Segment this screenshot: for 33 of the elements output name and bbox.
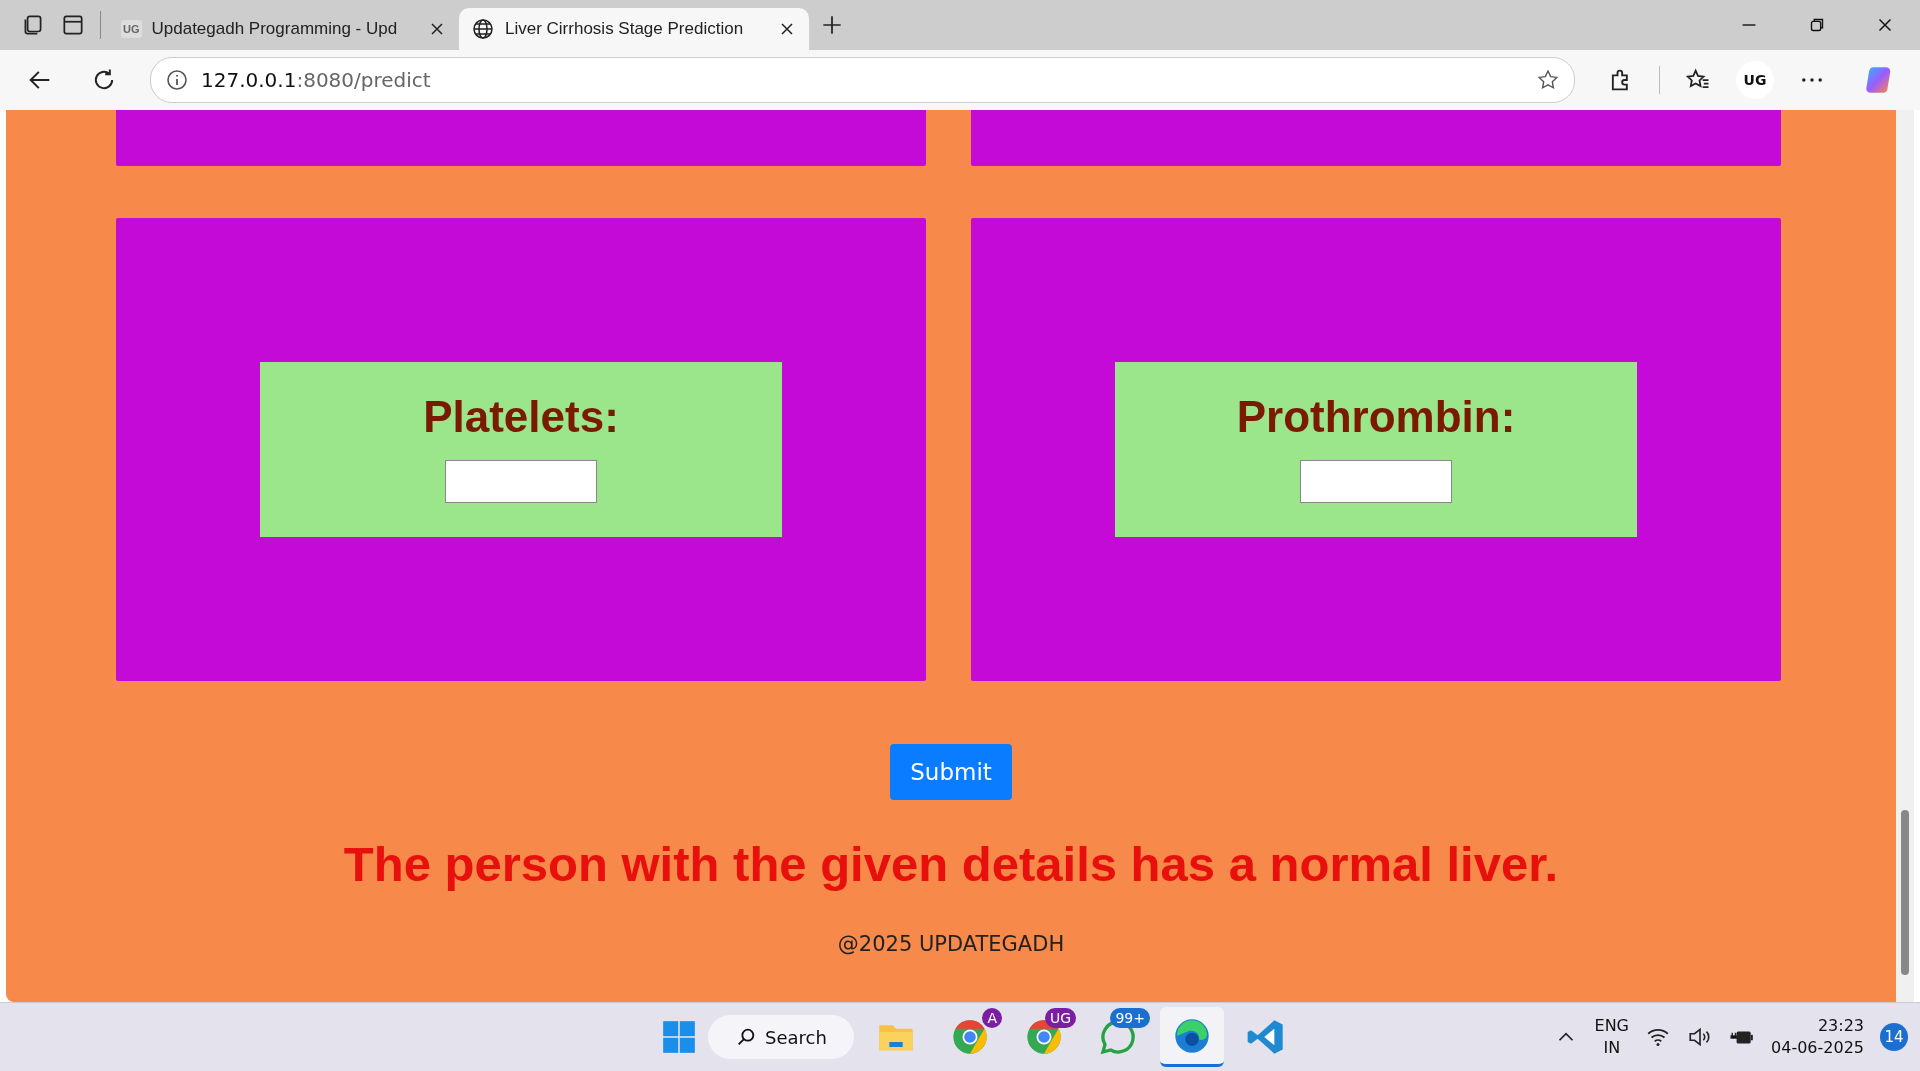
- scrollbar[interactable]: [1896, 109, 1914, 1003]
- language-label[interactable]: ENG: [1594, 1015, 1629, 1038]
- profile-button[interactable]: UG: [1736, 60, 1774, 99]
- field-label: Platelets:: [423, 391, 619, 442]
- taskbar-search[interactable]: Search: [708, 1015, 854, 1060]
- input-field[interactable]: [1300, 459, 1452, 503]
- clock-time[interactable]: 23:23: [1817, 1015, 1864, 1038]
- taskbar-app[interactable]: UG: [1012, 1007, 1076, 1068]
- app-badge: UG: [1044, 1008, 1076, 1029]
- tab-favicon: UG: [121, 19, 142, 38]
- input-field[interactable]: [445, 459, 597, 503]
- field-label: Prothrombin:: [1236, 391, 1516, 442]
- taskbar-app[interactable]: 99+: [1086, 1007, 1150, 1068]
- taskbar-app[interactable]: A: [938, 1007, 1002, 1068]
- globe-icon: [471, 16, 495, 41]
- address-bar[interactable]: 127.0.0.1:8080/predict: [150, 56, 1575, 103]
- browser-tab[interactable]: UG Updategadh Programming - Upd: [109, 7, 459, 50]
- footer-text: @2025 UPDATEGADH: [837, 931, 1065, 956]
- notification-badge[interactable]: 14: [1880, 1023, 1908, 1052]
- submit-button[interactable]: Submit: [890, 743, 1012, 800]
- region-label[interactable]: IN: [1603, 1037, 1621, 1060]
- browser-tab[interactable]: Liver Cirrhosis Stage Prediction: [459, 7, 809, 50]
- tab-title: Updategadh Programming - Upd: [151, 18, 399, 39]
- search-label: Search: [765, 1026, 827, 1048]
- url-text: 127.0.0.1:8080/predict: [201, 67, 431, 92]
- tab-title: Liver Cirrhosis Stage Prediction: [505, 18, 745, 39]
- app-badge: A: [982, 1008, 1002, 1029]
- star-icon[interactable]: [1536, 67, 1560, 92]
- app-badge: 99+: [1110, 1008, 1150, 1029]
- clock-date[interactable]: 04-06-2025: [1771, 1037, 1864, 1060]
- info-icon: [165, 67, 189, 92]
- result-message: The person with the given details has a normal liver.: [343, 835, 1559, 892]
- taskbar-app[interactable]: [1160, 1007, 1224, 1068]
